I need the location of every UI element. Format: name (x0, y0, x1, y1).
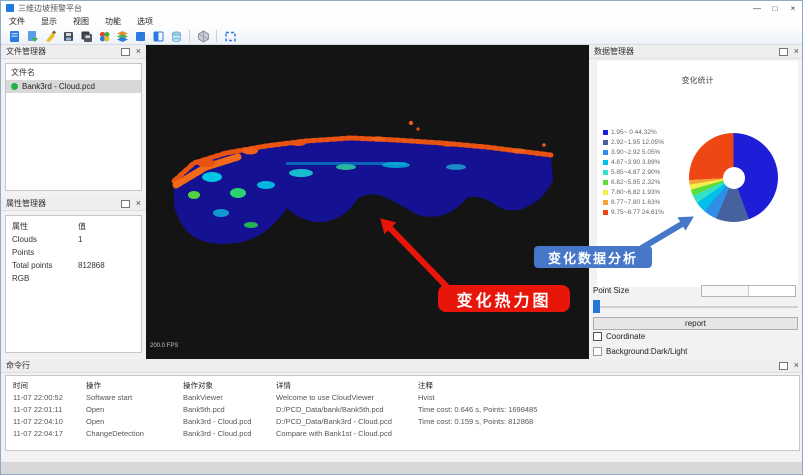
log-row: 11-07 22:04:17 ChangeDetection Bank3rd -… (13, 427, 799, 439)
app-icon (6, 4, 14, 12)
new-file-icon[interactable] (7, 29, 21, 43)
log-table-header: 时间 操作 操作对象 详情 注释 (13, 379, 799, 391)
float-panel-icon[interactable] (779, 362, 788, 370)
close-panel-icon[interactable]: × (794, 47, 799, 56)
pie-chart (689, 133, 778, 222)
command-line-title: 命令行 (6, 360, 30, 371)
clean-brush-icon[interactable] (43, 29, 57, 43)
chart-legend: 1.95~ 0 44.32% 2.92~1.95 12.05% 3.90~2.9… (603, 127, 664, 217)
legend-item: 3.90~2.92 5.05% (603, 147, 664, 157)
cylinder-view-icon[interactable] (169, 29, 183, 43)
pie-chart-hole (723, 167, 745, 189)
menu-bar: 文件 显示 视图 功能 选项 (1, 15, 802, 29)
menu-file[interactable]: 文件 (1, 16, 33, 27)
legend-swatch (603, 210, 608, 215)
save-cloud-icon[interactable] (61, 29, 75, 43)
toolbar-separator (189, 30, 190, 42)
menu-options[interactable]: 选项 (129, 16, 161, 27)
cloud-status-icon (11, 83, 18, 90)
file-manager-title: 文件管理器 (6, 46, 46, 57)
bottom-strip (1, 462, 802, 475)
close-panel-icon[interactable]: × (136, 47, 141, 56)
log-row: 11-07 22:00:52 Software start BankViewer… (13, 391, 799, 403)
point-size-spinbox[interactable] (701, 285, 796, 297)
property-manager-header: 属性管理器 × (1, 197, 146, 211)
layers-icon[interactable] (115, 29, 129, 43)
legend-item: 9.75~8.77 24.61% (603, 207, 664, 217)
legend-item: 7.80~6.82 1.93% (603, 187, 664, 197)
title-bar: 三维边坡预警平台 — □ × (1, 1, 802, 15)
menu-function[interactable]: 功能 (97, 16, 129, 27)
application-window: 三维边坡预警平台 — □ × 文件 显示 视图 功能 选项 文件管理器 (0, 0, 803, 475)
close-panel-icon[interactable]: × (794, 361, 799, 370)
heatmap-annotation-label: 变化热力图 (438, 285, 570, 312)
window-title: 三维边坡预警平台 (18, 3, 82, 14)
chart-title: 变化统计 (597, 75, 798, 86)
open-file-icon[interactable] (25, 29, 39, 43)
float-panel-icon[interactable] (779, 48, 788, 56)
legend-swatch (603, 130, 608, 135)
close-button[interactable]: × (784, 1, 802, 15)
background-checkbox[interactable]: Background:Dark/Light (593, 347, 687, 356)
command-line-header: 命令行 × (1, 359, 803, 373)
maximize-button[interactable]: □ (766, 1, 784, 15)
split-view-icon[interactable] (151, 29, 165, 43)
legend-item: 8.77~7.80 1.63% (603, 197, 664, 207)
bounding-box-icon[interactable] (223, 29, 237, 43)
fps-counter: 200.0 FPS (150, 343, 178, 349)
legend-swatch (603, 180, 608, 185)
property-table-header: 属性 值 (12, 220, 141, 233)
legend-swatch (603, 190, 608, 195)
point-size-label: Point Size (593, 286, 629, 295)
legend-item: 1.95~ 0 44.32% (603, 127, 664, 137)
checkbox-icon[interactable] (593, 347, 602, 356)
window-controls: — □ × (748, 1, 802, 15)
log-row: 11-07 22:04:10 Open Bank3rd - Cloud.pcd … (13, 415, 799, 427)
mesh-view-icon[interactable] (196, 29, 210, 43)
toolbar (1, 28, 802, 45)
file-manager-header: 文件管理器 × (1, 45, 146, 59)
coordinate-checkbox[interactable]: Coordinate (593, 332, 645, 341)
file-tree-column-header: 文件名 (6, 64, 141, 80)
fill-view-icon[interactable] (133, 29, 147, 43)
legend-swatch (603, 170, 608, 175)
legend-item: 2.92~1.95 12.05% (603, 137, 664, 147)
close-panel-icon[interactable]: × (136, 199, 141, 208)
color-settings-icon[interactable] (97, 29, 111, 43)
legend-swatch (603, 140, 608, 145)
data-manager-header: 数据管理器 × (589, 45, 803, 59)
file-tree-item-label: Bank3rd - Cloud.pcd (22, 82, 95, 91)
legend-swatch (603, 200, 608, 205)
point-size-slider-track[interactable] (593, 306, 798, 308)
log-row: 11-07 22:01:11 Open Bank5th.pcd D:/PCD_D… (13, 403, 799, 415)
property-row: Points (12, 246, 141, 259)
float-panel-icon[interactable] (121, 200, 130, 208)
save-all-icon[interactable] (79, 29, 93, 43)
property-row: Total points 812868 (12, 259, 141, 272)
property-manager-title: 属性管理器 (6, 198, 46, 209)
file-tree-item[interactable]: Bank3rd - Cloud.pcd (6, 80, 141, 93)
menu-view[interactable]: 视图 (65, 16, 97, 27)
report-button[interactable]: report (593, 317, 798, 330)
legend-item: 5.85~4.87 2.90% (603, 167, 664, 177)
file-tree: 文件名 Bank3rd - Cloud.pcd (5, 63, 142, 191)
property-row: Clouds 1 (12, 233, 141, 246)
command-log-table: 时间 操作 操作对象 详情 注释 11-07 22:00:52 Software… (5, 375, 800, 451)
legend-item: 4.87~3.90 3.89% (603, 157, 664, 167)
float-panel-icon[interactable] (121, 48, 130, 56)
legend-item: 6.82~5.85 2.32% (603, 177, 664, 187)
minimize-button[interactable]: — (748, 1, 766, 15)
property-row: RGB (12, 272, 141, 285)
analysis-annotation-label: 变化数据分析 (534, 246, 652, 268)
legend-swatch (603, 150, 608, 155)
checkbox-icon[interactable] (593, 332, 602, 341)
data-manager-title: 数据管理器 (594, 46, 634, 57)
point-size-slider-handle[interactable] (593, 300, 600, 313)
menu-display[interactable]: 显示 (33, 16, 65, 27)
legend-swatch (603, 160, 608, 165)
property-table: 属性 值 Clouds 1 Points Total points 812868… (5, 215, 142, 353)
toolbar-separator (216, 30, 217, 42)
